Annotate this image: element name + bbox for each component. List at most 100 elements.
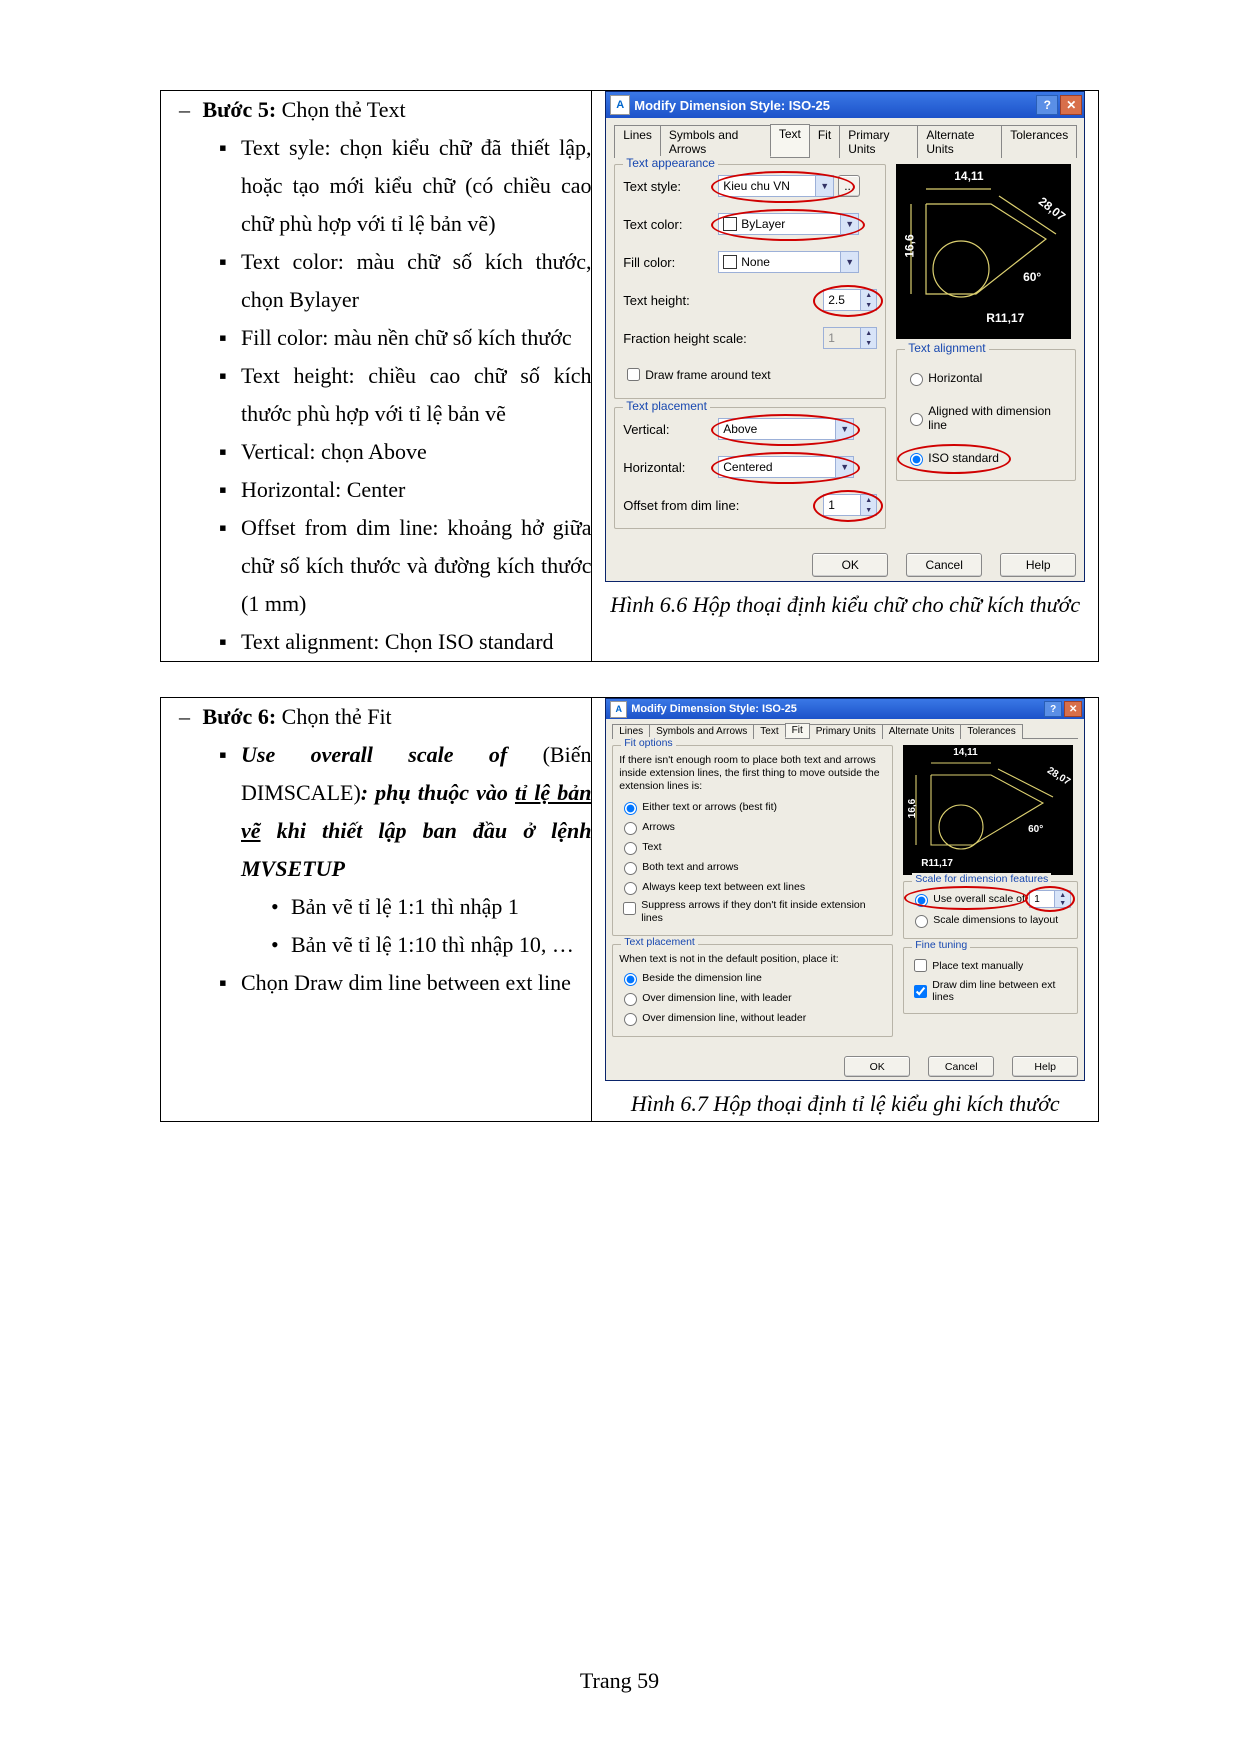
tab-text[interactable]: Text: [753, 724, 785, 739]
list-item: Text color: màu chữ số kích thước, chọn …: [219, 243, 591, 319]
tab-fit[interactable]: Fit: [809, 125, 840, 158]
preview-drawing: [903, 745, 1073, 875]
overall-scale-value: 1: [1034, 894, 1040, 905]
bi: khi thiết lập ban đầu ở lệnh MVSETUP: [241, 818, 591, 881]
radio-icon[interactable]: [910, 413, 923, 426]
tab-lines[interactable]: Lines: [614, 125, 661, 158]
list-item: Text height: chiều cao chữ số kích thước…: [219, 357, 591, 433]
tab-tolerances[interactable]: Tolerances: [1001, 125, 1077, 158]
cancel-button[interactable]: Cancel: [928, 1056, 994, 1077]
radio-horizontal[interactable]: Horizontal: [905, 370, 1067, 386]
text-color-dropdown[interactable]: ByLayer ▼: [718, 213, 859, 235]
tab-text[interactable]: Text: [770, 124, 810, 157]
vertical-value: Above: [723, 422, 757, 436]
radio-label: Arrows: [642, 821, 675, 833]
tab-fit[interactable]: Fit: [785, 723, 810, 738]
radio-icon[interactable]: [624, 802, 637, 815]
radio-either[interactable]: Either text or arrows (best fit): [619, 799, 886, 815]
radio-over-noleader[interactable]: Over dimension line, without leader: [619, 1010, 886, 1026]
draw-dim-line-checkbox[interactable]: Draw dim line between ext lines: [910, 979, 1071, 1003]
radio-iso[interactable]: ISO standard: [905, 450, 1067, 466]
ok-button[interactable]: OK: [844, 1056, 910, 1077]
place-intro-text: When text is not in the default position…: [619, 953, 886, 965]
text-height-spinner[interactable]: 2.5 ▲▼: [823, 289, 877, 311]
tab-alternate[interactable]: Alternate Units: [882, 724, 962, 739]
offset-value: 1: [828, 498, 835, 512]
radio-over-leader[interactable]: Over dimension line, with leader: [619, 990, 886, 1006]
checkbox-icon[interactable]: [623, 902, 636, 915]
fraction-scale-spinner: 1 ▲▼: [823, 327, 877, 349]
bi: : phụ thuộc vào: [361, 780, 515, 805]
browse-button[interactable]: ...: [838, 175, 860, 197]
radio-label: Both text and arrows: [642, 861, 738, 873]
checkbox-icon[interactable]: [914, 985, 927, 998]
dialog-title: Modify Dimension Style: ISO-25: [634, 98, 1034, 113]
step6-bullets: Use overall scale of (Biến DIMSCALE): ph…: [219, 736, 591, 1002]
overall-scale-spinner[interactable]: 1 ▲▼: [1029, 890, 1071, 908]
sub-bullets: Bản vẽ tỉ lệ 1:1 thì nhập 1 Bản vẽ tỉ lệ…: [271, 888, 591, 964]
tab-alternate[interactable]: Alternate Units: [917, 125, 1002, 158]
radio-icon[interactable]: [624, 1013, 637, 1026]
close-icon[interactable]: ✕: [1060, 95, 1082, 115]
radio-icon[interactable]: [910, 373, 923, 386]
cancel-button[interactable]: Cancel: [906, 553, 982, 577]
tab-primary[interactable]: Primary Units: [809, 724, 883, 739]
tab-tolerances[interactable]: Tolerances: [960, 724, 1022, 739]
tab-symbols[interactable]: Symbols and Arrows: [660, 125, 771, 158]
radio-icon[interactable]: [624, 862, 637, 875]
radio-icon[interactable]: [624, 993, 637, 1006]
ok-button[interactable]: OK: [812, 553, 888, 577]
radio-icon[interactable]: [624, 973, 637, 986]
radio-icon[interactable]: [915, 894, 928, 907]
close-icon[interactable]: ✕: [1064, 701, 1082, 717]
radio-aligned[interactable]: Aligned with dimension line: [905, 404, 1067, 432]
dimension-preview: 14,11 16,6 28,07 60° R11,17: [896, 164, 1071, 339]
text-style-value: Kieu chu VN: [723, 179, 790, 193]
radio-both[interactable]: Both text and arrows: [619, 859, 886, 875]
help-icon[interactable]: ?: [1036, 95, 1058, 115]
fill-color-dropdown[interactable]: None ▼: [718, 251, 859, 273]
dimension-style-dialog-text: A Modify Dimension Style: ISO-25 ? ✕ Lin…: [605, 91, 1085, 582]
help-button[interactable]: Help: [1000, 553, 1076, 577]
radio-icon[interactable]: [624, 822, 637, 835]
radio-label: Always keep text between ext lines: [642, 881, 805, 893]
dialog-title: Modify Dimension Style: ISO-25: [631, 703, 1042, 715]
tab-primary[interactable]: Primary Units: [839, 125, 918, 158]
radio-scale-layout[interactable]: Scale dimensions to layout: [910, 912, 1071, 928]
checkbox-icon[interactable]: [914, 959, 927, 972]
radio-icon[interactable]: [915, 915, 928, 928]
horizontal-value: Centered: [723, 460, 772, 474]
list-item: Fill color: màu nền chữ số kích thước: [219, 319, 591, 357]
group-title: Fit options: [621, 737, 675, 749]
fit-intro-text: If there isn't enough room to place both…: [619, 754, 886, 793]
radio-beside[interactable]: Beside the dimension line: [619, 970, 886, 986]
dialog-tabs: Lines Symbols and Arrows Text Fit Primar…: [614, 124, 1076, 158]
radio-always[interactable]: Always keep text between ext lines: [619, 879, 886, 895]
vertical-dropdown[interactable]: Above ▼: [718, 418, 854, 440]
place-text-manually-checkbox[interactable]: Place text manually: [910, 956, 1071, 975]
dim-left: 16,6: [903, 234, 917, 257]
help-icon[interactable]: ?: [1044, 701, 1062, 717]
horizontal-dropdown[interactable]: Centered ▼: [718, 456, 854, 478]
draw-frame-checkbox[interactable]: Draw frame around text: [623, 365, 877, 384]
suppress-arrows-checkbox[interactable]: Suppress arrows if they don't fit inside…: [619, 899, 886, 925]
radio-arrows[interactable]: Arrows: [619, 819, 886, 835]
list-item: Use overall scale of (Biến DIMSCALE): ph…: [219, 736, 591, 964]
dialog-button-bar: OK Cancel Help: [606, 1051, 1084, 1080]
check-label: Suppress arrows if they don't fit inside…: [641, 899, 886, 925]
radio-icon[interactable]: [624, 842, 637, 855]
radio-text[interactable]: Text: [619, 839, 886, 855]
offset-spinner[interactable]: 1 ▲▼: [823, 494, 877, 516]
radio-label: Over dimension line, with leader: [642, 992, 791, 1004]
radio-icon[interactable]: [624, 882, 637, 895]
step6-text-cell: – Bước 6: Chọn thẻ Fit Use overall scale…: [161, 698, 592, 1122]
text-style-dropdown[interactable]: Kieu chu VN ▼: [718, 175, 834, 197]
radio-icon[interactable]: [910, 453, 923, 466]
group-text-placement: Text placement Vertical: Above ▼: [614, 407, 886, 529]
step6-text: Chọn thẻ Fit: [276, 704, 392, 729]
radio-overall-scale[interactable]: Use overall scale of: 1 ▲▼: [910, 890, 1071, 908]
radio-label: Over dimension line, without leader: [642, 1012, 806, 1024]
group-text-placement: Text placement When text is not in the d…: [612, 944, 893, 1037]
checkbox-icon[interactable]: [627, 368, 640, 381]
help-button[interactable]: Help: [1012, 1056, 1078, 1077]
